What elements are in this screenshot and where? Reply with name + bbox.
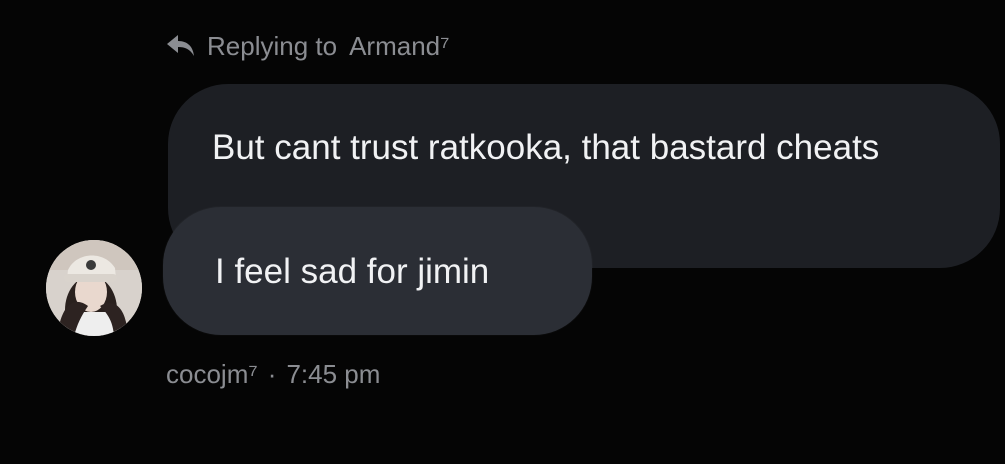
reply-prefix: Replying to <box>207 30 338 61</box>
message-bubble-reply[interactable]: I feel sad for jimin <box>163 207 592 335</box>
message-text: But cant trust ratkooka, that bastard ch… <box>212 128 880 167</box>
reply-target-username[interactable]: Armand⁷ <box>349 31 449 62</box>
reply-arrow-icon <box>165 33 195 59</box>
message-text: I feel sad for jimin <box>215 252 490 291</box>
meta-separator: · <box>267 359 277 389</box>
message-meta: cocojm⁷ · 7:45 pm <box>166 359 380 390</box>
reply-context: Replying to Armand⁷ <box>165 26 450 66</box>
avatar[interactable] <box>46 240 142 336</box>
message-time: 7:45 pm <box>286 359 381 389</box>
sender-name[interactable]: cocojm⁷ <box>166 359 258 390</box>
